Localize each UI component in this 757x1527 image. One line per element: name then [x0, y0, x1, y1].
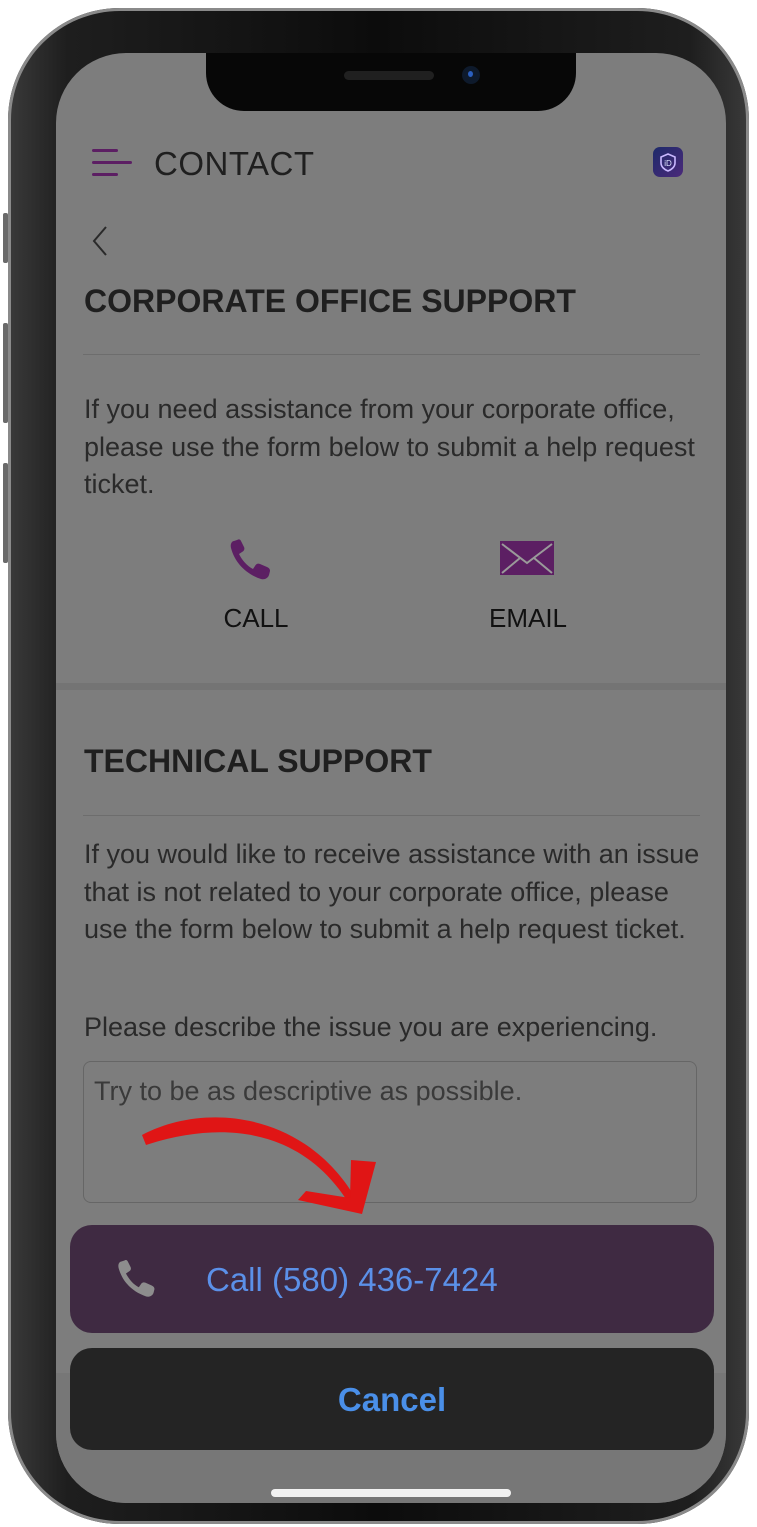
- front-camera: [462, 66, 480, 84]
- app-shield-icon[interactable]: iD: [653, 147, 683, 177]
- section-separator: [56, 683, 726, 690]
- technical-description: If you would like to receive assistance …: [84, 839, 700, 944]
- speaker: [344, 71, 434, 80]
- phone-icon[interactable]: [226, 537, 286, 585]
- corporate-description: If you need assistance from your corpora…: [84, 394, 695, 499]
- page-title: CONTACT: [154, 145, 315, 182]
- issue-prompt: Please describe the issue you are experi…: [84, 1012, 658, 1042]
- side-button-volume-down: [3, 463, 8, 563]
- phone-frame: CONTACT iD CORPORATE OFFICE SUPPORT If y…: [3, 8, 749, 1524]
- technical-section-title: TECHNICAL SUPPORT: [84, 743, 432, 779]
- divider: [83, 354, 700, 355]
- back-chevron-icon[interactable]: [86, 223, 114, 259]
- cancel-button[interactable]: Cancel: [70, 1348, 714, 1450]
- red-arrow-annotation-icon: [136, 1103, 396, 1293]
- email-label[interactable]: EMAIL: [468, 603, 588, 634]
- cancel-label[interactable]: Cancel: [70, 1381, 714, 1419]
- svg-text:iD: iD: [664, 159, 672, 168]
- hamburger-menu-icon[interactable]: [92, 149, 132, 181]
- notch: [206, 53, 576, 111]
- call-label[interactable]: CALL: [196, 603, 316, 634]
- email-icon[interactable]: [500, 539, 556, 579]
- corporate-section-title: CORPORATE OFFICE SUPPORT: [84, 283, 576, 319]
- side-button-silent: [3, 213, 8, 263]
- divider: [83, 815, 700, 816]
- screen: CONTACT iD CORPORATE OFFICE SUPPORT If y…: [56, 53, 726, 1503]
- side-button-volume-up: [3, 323, 8, 423]
- home-indicator[interactable]: [271, 1489, 511, 1497]
